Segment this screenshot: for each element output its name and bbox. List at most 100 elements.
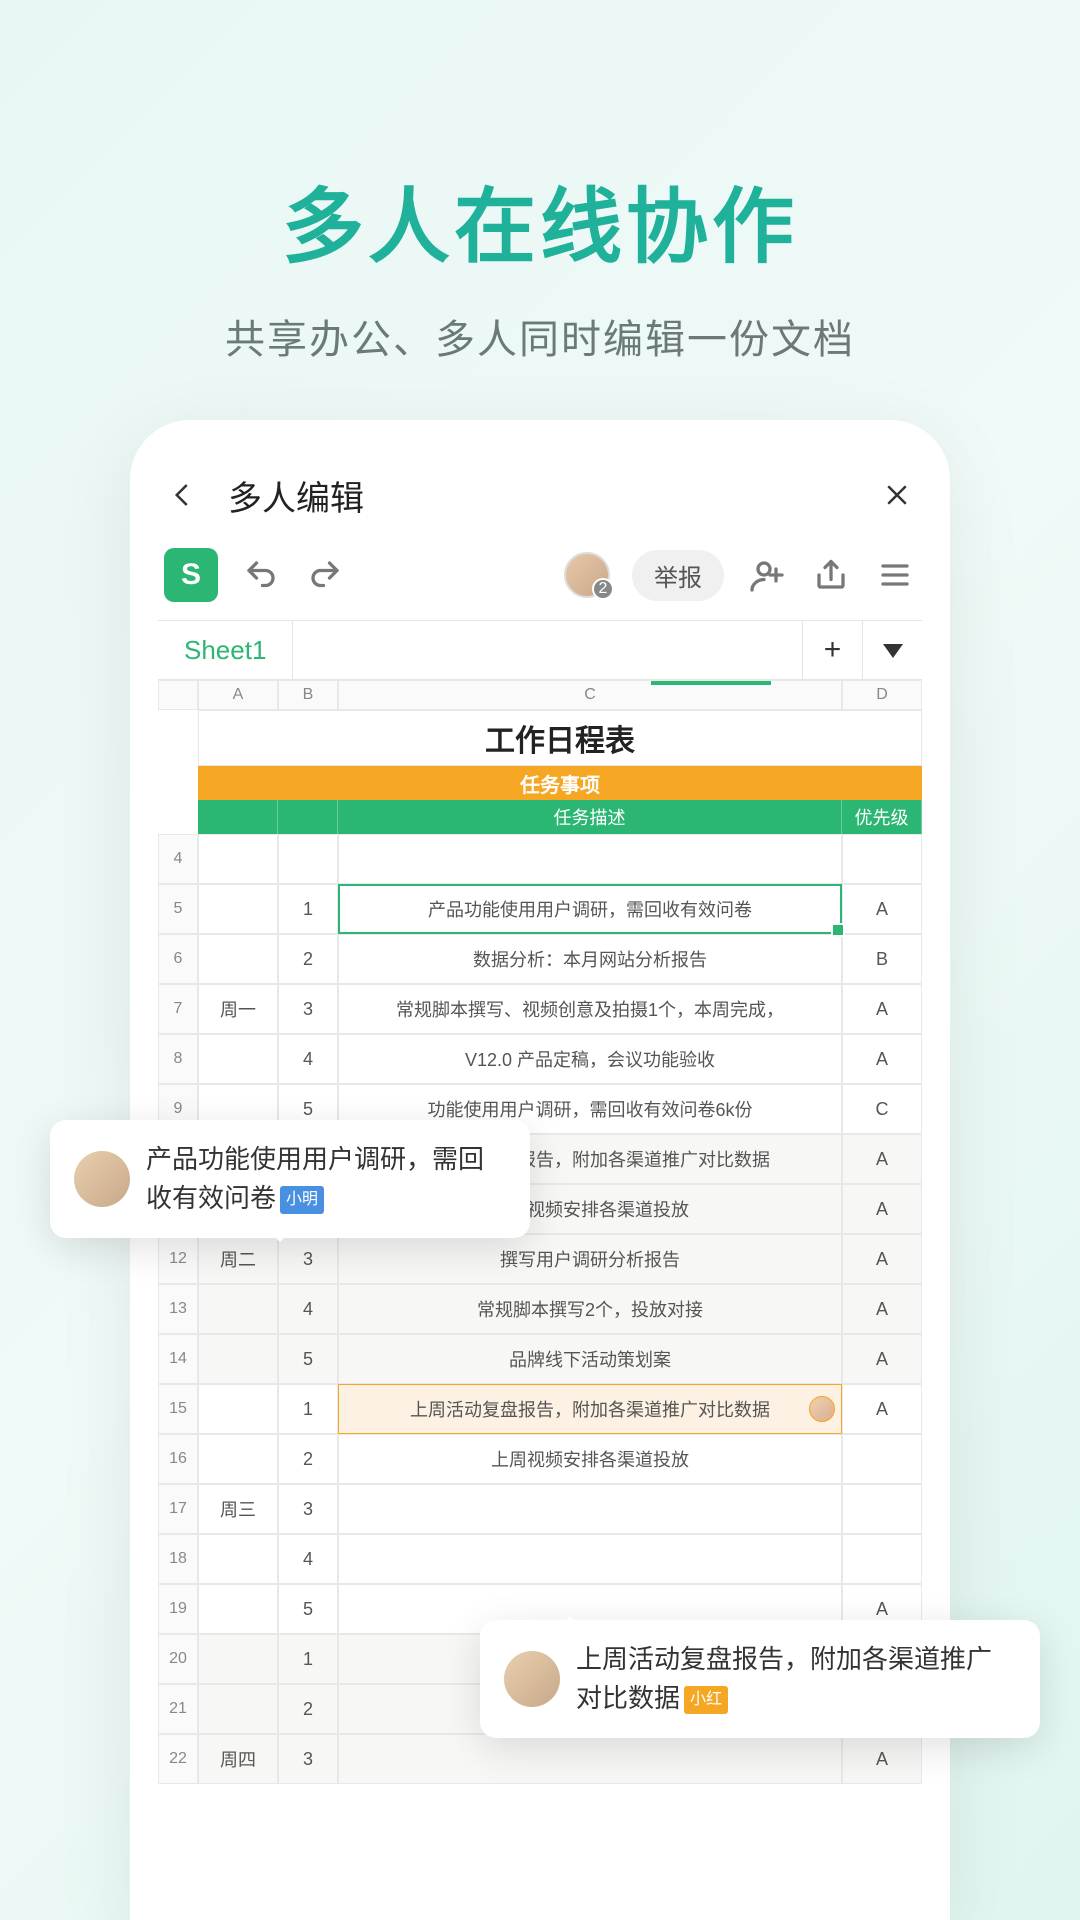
col-header[interactable]: D	[842, 680, 922, 710]
cell-priority[interactable]	[842, 1534, 922, 1584]
cell-index[interactable]: 5	[278, 1584, 338, 1634]
cell-priority[interactable]: A	[842, 1034, 922, 1084]
cell-priority[interactable]	[842, 1434, 922, 1484]
row-number[interactable]: 14	[158, 1334, 198, 1384]
cell-index[interactable]: 2	[278, 934, 338, 984]
cell-day[interactable]	[198, 1584, 278, 1634]
cell-day[interactable]	[198, 1284, 278, 1334]
table-row[interactable]: 14 5品牌线下活动策划案A	[158, 1334, 922, 1384]
cell-desc[interactable]: 常规脚本撰写、视频创意及拍摄1个，本周完成，	[338, 984, 842, 1034]
select-all-corner[interactable]	[158, 680, 198, 710]
col-header[interactable]: B	[278, 680, 338, 710]
table-row[interactable]: 7周一3常规脚本撰写、视频创意及拍摄1个，本周完成，A	[158, 984, 922, 1034]
cell-day[interactable]	[198, 1384, 278, 1434]
table-row[interactable]: 17周三3	[158, 1484, 922, 1534]
cell-desc[interactable]: V12.0 产品定稿，会议功能验收	[338, 1034, 842, 1084]
cell-desc[interactable]: 产品功能使用用户调研，需回收有效问卷	[338, 884, 842, 934]
cell-priority[interactable]: A	[842, 1734, 922, 1784]
col-header[interactable]: A	[198, 680, 278, 710]
cell-index[interactable]: 1	[278, 884, 338, 934]
cell-desc[interactable]: 撰写用户调研分析报告	[338, 1234, 842, 1284]
cell-day[interactable]	[198, 1034, 278, 1084]
cell-priority[interactable]: B	[842, 934, 922, 984]
cell-index[interactable]: 2	[278, 1684, 338, 1734]
cell-index[interactable]: 5	[278, 1334, 338, 1384]
share-icon[interactable]	[810, 554, 852, 596]
cell-priority[interactable]: A	[842, 1234, 922, 1284]
cell-index[interactable]: 1	[278, 1634, 338, 1684]
cell-day[interactable]	[198, 884, 278, 934]
cell-desc[interactable]	[338, 1734, 842, 1784]
cell-index[interactable]	[278, 834, 338, 884]
sheet-tab-active[interactable]: Sheet1	[158, 621, 293, 679]
cell-desc[interactable]: 常规脚本撰写2个，投放对接	[338, 1284, 842, 1334]
cell-day[interactable]	[198, 834, 278, 884]
cell-day[interactable]	[198, 1334, 278, 1384]
back-icon[interactable]	[168, 480, 198, 510]
cell-desc[interactable]: 品牌线下活动策划案	[338, 1334, 842, 1384]
cell-priority[interactable]: A	[842, 1384, 922, 1434]
add-sheet-button[interactable]: +	[802, 621, 862, 679]
collaborator-avatar[interactable]: 2	[564, 552, 610, 598]
row-number[interactable]: 8	[158, 1034, 198, 1084]
row-number[interactable]: 5	[158, 884, 198, 934]
spreadsheet-app-icon[interactable]: S	[164, 548, 218, 602]
cell-desc[interactable]	[338, 834, 842, 884]
cell-day[interactable]	[198, 1684, 278, 1734]
row-number[interactable]: 16	[158, 1434, 198, 1484]
cell-priority[interactable]	[842, 1484, 922, 1534]
cell-index[interactable]: 4	[278, 1284, 338, 1334]
cell-desc[interactable]	[338, 1534, 842, 1584]
cell-priority[interactable]: A	[842, 1184, 922, 1234]
cell-index[interactable]: 3	[278, 984, 338, 1034]
table-row[interactable]: 5 1产品功能使用用户调研，需回收有效问卷A	[158, 884, 922, 934]
row-number[interactable]: 15	[158, 1384, 198, 1434]
cell-priority[interactable]: A	[842, 884, 922, 934]
cell-day[interactable]: 周四	[198, 1734, 278, 1784]
row-number[interactable]: 12	[158, 1234, 198, 1284]
cell-day[interactable]: 周三	[198, 1484, 278, 1534]
cell-day[interactable]	[198, 1434, 278, 1484]
row-number[interactable]: 18	[158, 1534, 198, 1584]
row-number[interactable]: 13	[158, 1284, 198, 1334]
menu-icon[interactable]	[874, 554, 916, 596]
report-button[interactable]: 举报	[632, 550, 724, 601]
sheet-dropdown-icon[interactable]	[862, 621, 922, 679]
cell-priority[interactable]: A	[842, 1334, 922, 1384]
table-row[interactable]: 184	[158, 1534, 922, 1584]
cell-index[interactable]: 3	[278, 1734, 338, 1784]
redo-icon[interactable]	[304, 554, 346, 596]
table-row[interactable]: 15 1上周活动复盘报告，附加各渠道推广对比数据A	[158, 1384, 922, 1434]
table-row[interactable]: 13 4常规脚本撰写2个，投放对接A	[158, 1284, 922, 1334]
table-row[interactable]: 84V12.0 产品定稿，会议功能验收A	[158, 1034, 922, 1084]
cell-index[interactable]: 2	[278, 1434, 338, 1484]
cell-day[interactable]	[198, 1634, 278, 1684]
cell-desc[interactable]: 上周视频安排各渠道投放	[338, 1434, 842, 1484]
cell-day[interactable]: 周二	[198, 1234, 278, 1284]
cell-desc[interactable]	[338, 1484, 842, 1534]
cell-priority[interactable]: C	[842, 1084, 922, 1134]
cell-day[interactable]	[198, 934, 278, 984]
row-number[interactable]: 4	[158, 834, 198, 884]
undo-icon[interactable]	[240, 554, 282, 596]
cell-priority[interactable]: A	[842, 984, 922, 1034]
row-number[interactable]: 21	[158, 1684, 198, 1734]
cell-day[interactable]: 周一	[198, 984, 278, 1034]
row-number[interactable]: 22	[158, 1734, 198, 1784]
row-number[interactable]: 6	[158, 934, 198, 984]
comment-bubble-1[interactable]: 产品功能使用用户调研，需回收有效问卷小明	[50, 1120, 530, 1238]
cell-priority[interactable]: A	[842, 1284, 922, 1334]
table-row[interactable]: 22周四3 A	[158, 1734, 922, 1784]
close-icon[interactable]	[882, 480, 912, 510]
table-row[interactable]: 6 2数据分析：本月网站分析报告B	[158, 934, 922, 984]
cell-desc[interactable]: 数据分析：本月网站分析报告	[338, 934, 842, 984]
cell-index[interactable]: 1	[278, 1384, 338, 1434]
row-number[interactable]: 7	[158, 984, 198, 1034]
row-number[interactable]: 19	[158, 1584, 198, 1634]
table-row[interactable]: 4	[158, 834, 922, 884]
cell-priority[interactable]: A	[842, 1134, 922, 1184]
row-number[interactable]: 20	[158, 1634, 198, 1684]
table-row[interactable]: 16 2上周视频安排各渠道投放	[158, 1434, 922, 1484]
cell-desc[interactable]: 上周活动复盘报告，附加各渠道推广对比数据	[338, 1384, 842, 1434]
cell-day[interactable]	[198, 1534, 278, 1584]
